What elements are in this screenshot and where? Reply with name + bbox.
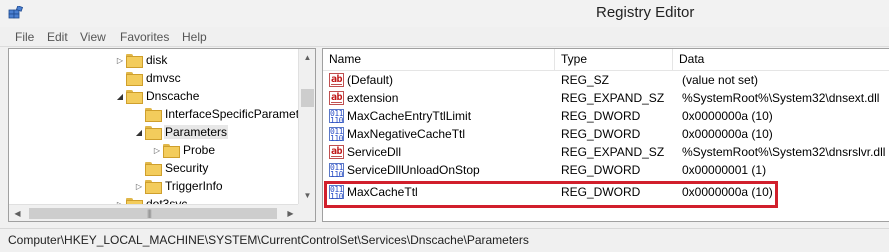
scrollbar-thumb[interactable] (29, 208, 277, 219)
tree-item-label: Dnscache (146, 89, 200, 103)
title-bar: Registry Editor (0, 0, 889, 27)
tree-item-security[interactable]: Security (133, 159, 209, 177)
scroll-down-arrow-icon[interactable]: ▼ (299, 187, 315, 204)
value-type: REG_DWORD (561, 163, 641, 177)
value-type: REG_DWORD (561, 109, 641, 123)
scroll-up-arrow-icon[interactable]: ▲ (299, 49, 315, 66)
scrollbar-thumb[interactable] (301, 89, 314, 107)
value-data: 0x0000000a (10) (682, 109, 773, 123)
tree-item-label-selected: Parameters (164, 125, 229, 139)
tree-item-label: Probe (183, 143, 216, 157)
binary-value-icon: 011 110 (329, 127, 344, 143)
value-data: 0x0000000a (10) (682, 127, 773, 141)
tree-item-label: disk (146, 53, 168, 67)
menu-edit[interactable]: Edit (47, 30, 68, 44)
folder-icon (145, 108, 162, 122)
value-data: %SystemRoot%\System32\dnsrslvr.dll (682, 145, 886, 159)
column-header-data[interactable]: Data (673, 49, 889, 70)
registry-tree[interactable]: ▷ disk dmvsc ◢ Dnscache InterfaceSpecifi… (8, 48, 316, 222)
tree-item-label: dmvsc (146, 71, 181, 85)
value-row[interactable]: 011 110 MaxCacheEntryTtlLimit REG_DWORD 0… (323, 107, 889, 125)
value-name: ServiceDll (347, 145, 402, 159)
folder-icon (145, 180, 162, 194)
value-data: (value not set) (682, 73, 759, 87)
tree-item-label: InterfaceSpecificParamet (165, 107, 300, 121)
value-name: (Default) (347, 73, 394, 87)
tree-item-triggerinfo[interactable]: ▷ TriggerInfo (133, 177, 224, 195)
value-row[interactable]: ab extension REG_EXPAND_SZ %SystemRoot%\… (323, 89, 889, 107)
tree-horizontal-scrollbar[interactable]: ◀ ||| ▶ (9, 204, 299, 221)
string-value-icon: ab (329, 145, 344, 159)
menu-view[interactable]: View (80, 30, 106, 44)
expand-arrow-icon[interactable]: ▷ (133, 182, 145, 191)
tree-item-interfacespecificparameters[interactable]: InterfaceSpecificParamet (133, 105, 300, 123)
string-value-icon: ab (329, 91, 344, 105)
highlight-annotation-box (324, 181, 778, 208)
tree-item-dmvsc[interactable]: dmvsc (114, 69, 182, 87)
folder-icon (163, 144, 180, 158)
value-name: ServiceDllUnloadOnStop (347, 163, 480, 177)
menu-file[interactable]: File (15, 30, 34, 44)
value-name: MaxNegativeCacheTtl (347, 127, 466, 141)
window-title: Registry Editor (596, 4, 695, 21)
tree-item-label: TriggerInfo (165, 179, 223, 193)
string-value-icon: ab (329, 73, 344, 87)
scroll-left-arrow-icon[interactable]: ◀ (9, 205, 26, 221)
scroll-right-arrow-icon[interactable]: ▶ (282, 205, 299, 221)
collapse-arrow-icon[interactable]: ◢ (114, 92, 126, 101)
tree-item-label: Security (165, 161, 209, 175)
value-data: %SystemRoot%\System32\dnsext.dll (682, 91, 880, 105)
value-name: MaxCacheEntryTtlLimit (347, 109, 472, 123)
value-type: REG_EXPAND_SZ (561, 145, 665, 159)
menu-help[interactable]: Help (182, 30, 207, 44)
tree-vertical-scrollbar[interactable]: ▲ ▼ (298, 49, 315, 204)
folder-open-icon (126, 90, 143, 104)
menu-favorites[interactable]: Favorites (120, 30, 169, 44)
tree-item-dnscache[interactable]: ◢ Dnscache (114, 87, 200, 105)
folder-icon (126, 72, 143, 86)
folder-open-icon (145, 126, 162, 140)
value-data: 0x00000001 (1) (682, 163, 767, 177)
value-name: extension (347, 91, 399, 105)
binary-value-icon: 011 110 (329, 109, 344, 125)
status-bar: Computer\HKEY_LOCAL_MACHINE\SYSTEM\Curre… (0, 228, 889, 252)
folder-icon (145, 162, 162, 176)
value-row[interactable]: 011 110 MaxNegativeCacheTtl REG_DWORD 0x0… (323, 125, 889, 143)
menu-bar: File Edit View Favorites Help (0, 27, 889, 47)
folder-icon (126, 54, 143, 68)
collapse-arrow-icon[interactable]: ◢ (133, 128, 145, 137)
tree-item-probe[interactable]: ▷ Probe (151, 141, 216, 159)
status-path: Computer\HKEY_LOCAL_MACHINE\SYSTEM\Curre… (8, 233, 529, 247)
expand-arrow-icon[interactable]: ▷ (151, 146, 163, 155)
column-header-type[interactable]: Type (555, 49, 673, 70)
value-type: REG_EXPAND_SZ (561, 91, 665, 105)
expand-arrow-icon[interactable]: ▷ (114, 56, 126, 65)
value-type: REG_DWORD (561, 127, 641, 141)
value-row[interactable]: 011 110 ServiceDllUnloadOnStop REG_DWORD … (323, 161, 889, 179)
binary-value-icon: 011 110 (329, 163, 344, 179)
value-row[interactable]: ab ServiceDll REG_EXPAND_SZ %SystemRoot%… (323, 143, 889, 161)
value-type: REG_SZ (561, 73, 610, 87)
tree-item-disk[interactable]: ▷ disk (114, 51, 168, 69)
column-header-name[interactable]: Name (323, 49, 555, 70)
registry-editor-icon (8, 6, 24, 19)
tree-item-parameters[interactable]: ◢ Parameters (133, 123, 229, 141)
value-row[interactable]: ab (Default) REG_SZ (value not set) (323, 71, 889, 89)
scrollbar-corner (298, 204, 315, 221)
scrollbar-grip-icon: ||| (147, 208, 152, 218)
